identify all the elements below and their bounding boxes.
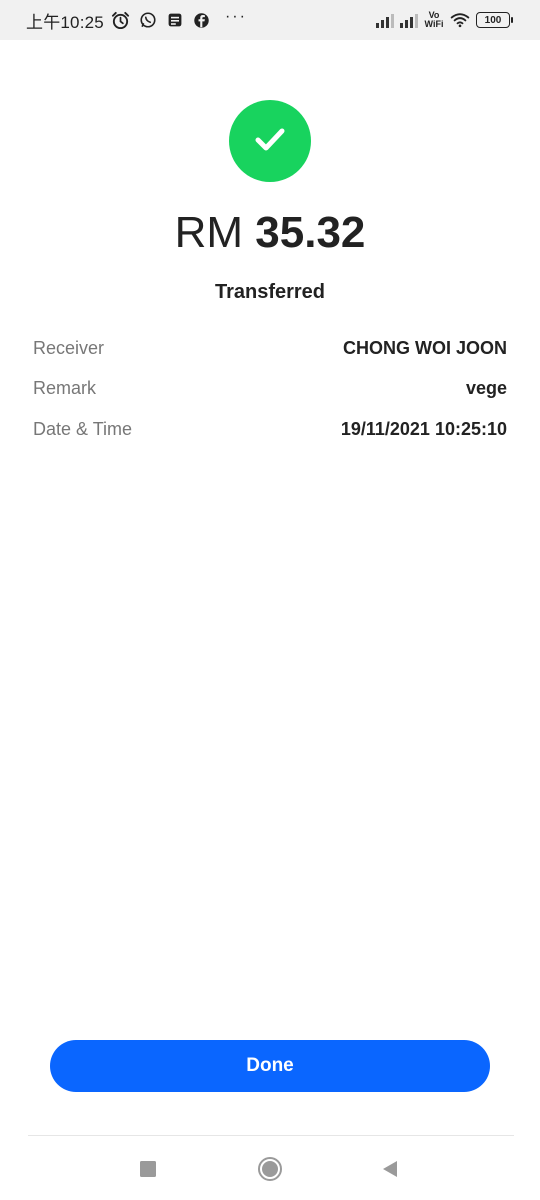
- status-more: ···: [224, 8, 247, 25]
- signal-icon: [400, 12, 418, 28]
- detail-row-datetime: Date & Time 19/11/2021 10:25:10: [33, 409, 507, 450]
- status-bar-right: Vo WiFi 100: [376, 10, 513, 30]
- receiver-value: CHONG WOI JOON: [342, 337, 507, 358]
- done-button[interactable]: Done: [50, 1040, 490, 1092]
- system-nav-bar: [0, 1145, 540, 1190]
- detail-row-remark: Remark vege: [33, 369, 507, 410]
- receiver-label: Receiver: [33, 337, 105, 358]
- back-icon[interactable]: [376, 1155, 404, 1183]
- vowifi-indicator: Vo WiFi: [424, 11, 444, 29]
- whatsapp-icon: [138, 10, 158, 30]
- amount-value: 35.32: [255, 208, 366, 257]
- vowifi-bottom: WiFi: [424, 19, 444, 29]
- status-bar-left: 上午10:25 ···: [26, 8, 247, 33]
- home-icon[interactable]: [256, 1155, 284, 1183]
- transfer-status: Transferred: [214, 281, 326, 303]
- remark-value: vege: [465, 378, 507, 399]
- checkmark-icon: [250, 119, 290, 164]
- status-time: 上午10:25: [26, 12, 104, 32]
- message-icon: [165, 10, 185, 30]
- remark-label: Remark: [33, 378, 97, 399]
- datetime-label: Date & Time: [33, 418, 133, 439]
- battery-level: 100: [484, 14, 502, 26]
- status-bar: 上午10:25 ··· Vo WiFi 100: [0, 0, 540, 40]
- detail-row-receiver: Receiver CHONG WOI JOON: [33, 328, 507, 369]
- battery-icon: 100: [476, 12, 513, 28]
- amount-currency: RM: [174, 208, 244, 257]
- success-badge: [229, 100, 311, 182]
- recents-icon[interactable]: [134, 1155, 162, 1183]
- wifi-icon: [450, 10, 470, 30]
- transfer-details: Receiver CHONG WOI JOON Remark vege Date…: [33, 328, 507, 450]
- facebook-icon: [192, 10, 212, 30]
- transfer-amount: RM 35.32: [0, 208, 540, 258]
- signal-icon: [376, 12, 394, 28]
- nav-divider: [28, 1135, 514, 1136]
- datetime-value: 19/11/2021 10:25:10: [340, 418, 507, 439]
- alarm-icon: [111, 10, 131, 30]
